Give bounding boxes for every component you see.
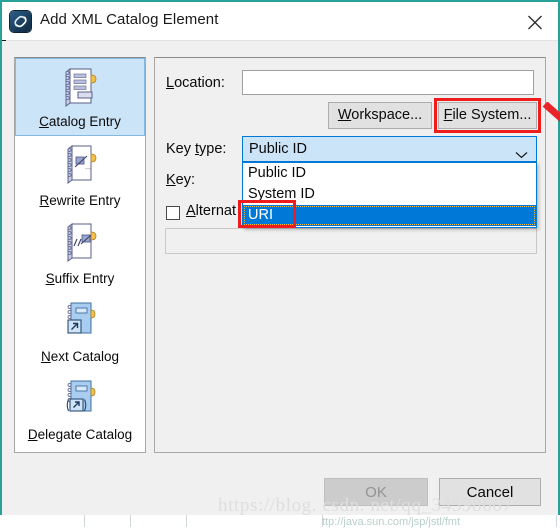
workspace-button[interactable]: Workspace...	[328, 102, 432, 129]
key-type-label: Key type:	[166, 141, 227, 157]
sidebar-item-catalog-entry[interactable]: Catalog Entry	[15, 58, 145, 136]
catalog-type-list[interactable]: Catalog Entry ... Rewrite Entry Suffix E…	[14, 57, 146, 453]
key-label: Key:	[166, 172, 196, 188]
location-label: Location:	[166, 75, 225, 91]
watermark-text: https://blog. csdn. net/qq_34598667	[218, 495, 513, 516]
rewrite-entry-icon: ...	[57, 142, 103, 186]
dropdown-option-system-id[interactable]: System ID	[243, 184, 536, 205]
title-bar: Add XML Catalog Element	[2, 2, 558, 41]
sidebar-item-delegate-catalog[interactable]: Delegate Catalog	[15, 370, 145, 448]
suffix-entry-icon	[57, 220, 103, 264]
sidebar-item-label: Next Catalog	[40, 349, 120, 364]
dialog-window: Add XML Catalog Element Catalog Entry ..…	[0, 0, 560, 527]
dropdown-option-uri[interactable]: URI	[243, 205, 536, 226]
alternate-checkbox[interactable]	[166, 206, 180, 220]
dialog-body: Catalog Entry ... Rewrite Entry Suffix E…	[2, 41, 560, 527]
key-type-selected-value: Public ID	[249, 141, 308, 157]
catalog-entry-form: Location: Workspace... File System... Ke…	[154, 57, 560, 453]
dropdown-option-public-id[interactable]: Public ID	[243, 163, 536, 184]
sidebar-item-label: Catalog Entry	[39, 114, 121, 129]
sidebar-item-next-catalog[interactable]: Next Catalog	[15, 292, 145, 370]
sidebar-item-label: Suffix Entry	[45, 271, 115, 286]
close-icon[interactable]	[522, 10, 548, 34]
alternate-value-field[interactable]	[165, 228, 537, 254]
alternate-label: Alternat	[186, 203, 236, 219]
key-type-dropdown-list[interactable]: Public ID System ID URI	[242, 162, 537, 228]
file-system-button[interactable]: File System...	[438, 102, 537, 129]
sidebar-item-suffix-entry[interactable]: Suffix Entry	[15, 214, 145, 292]
window-title: Add XML Catalog Element	[40, 11, 219, 28]
next-catalog-icon	[57, 298, 103, 342]
svg-text:...: ...	[85, 164, 91, 171]
sidebar-item-label: Rewrite Entry	[39, 193, 121, 208]
key-type-combobox[interactable]: Public ID	[242, 136, 537, 162]
sidebar-item-label: Delegate Catalog	[27, 427, 133, 442]
red-arrow-annotation	[541, 101, 560, 154]
delegate-catalog-icon	[57, 376, 103, 420]
sidebar-item-rewrite-entry[interactable]: ... Rewrite Entry	[15, 136, 145, 214]
xml-catalog-icon	[10, 11, 31, 32]
background-ghost-text: ttp://java.sun.com/jsp/jstl/fmt	[322, 516, 461, 528]
location-input[interactable]	[242, 70, 534, 95]
catalog-entry-icon	[57, 65, 103, 109]
